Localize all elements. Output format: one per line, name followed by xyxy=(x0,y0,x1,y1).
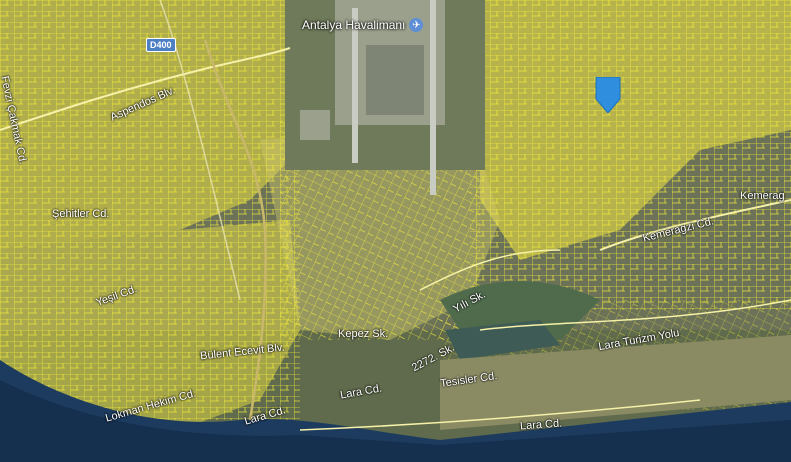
airport-label: Antalya Havalimanı xyxy=(302,18,406,32)
airplane-icon: ✈ xyxy=(409,18,424,32)
street-label: Şehitler Cd. xyxy=(52,208,110,220)
street-label: Kepez Sk. xyxy=(338,328,389,340)
street-label: Kemerag xyxy=(740,190,785,202)
map-canvas[interactable]: Antalya Havalimanı ✈ D400 Kemeragzi Cd. … xyxy=(0,0,791,462)
airport-poi[interactable]: Antalya Havalimanı ✈ xyxy=(302,18,424,32)
road-shield: D400 xyxy=(146,38,176,52)
